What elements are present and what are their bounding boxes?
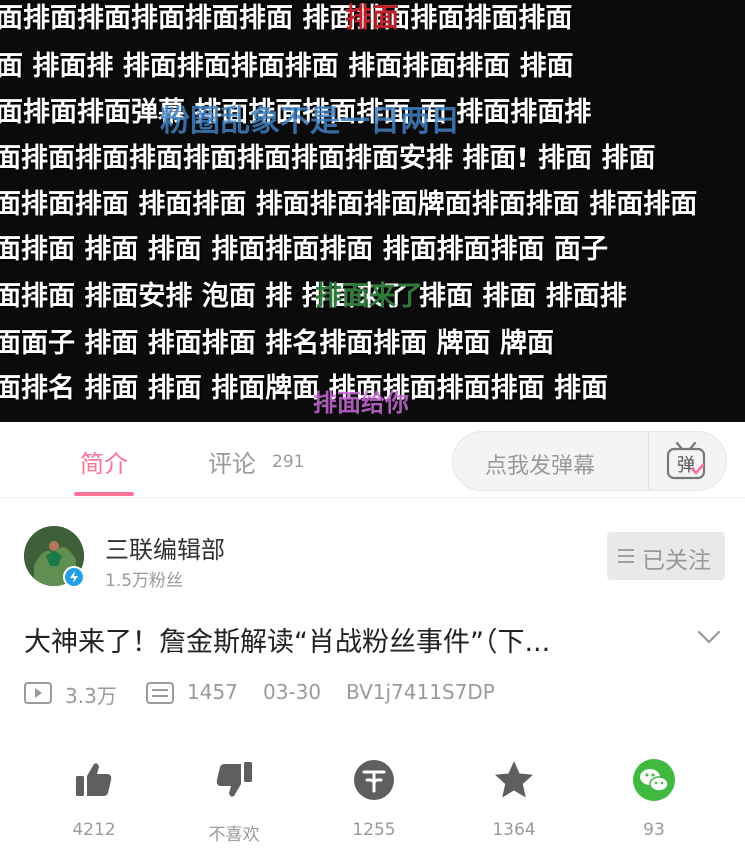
verified-badge-icon xyxy=(63,566,85,588)
danmaku-row: 面排面排面 排面排面 排面排面排面牌面排面排面 排面排面 xyxy=(0,189,698,220)
danmaku-toggle-icon[interactable]: 弹 xyxy=(665,441,707,481)
svg-text:弹: 弹 xyxy=(677,455,695,476)
danmaku-row: 面排面 排面 排面 排面排面排面 排面排面排面 面子 xyxy=(0,234,608,265)
bvid: BV1j7411S7DP xyxy=(346,680,495,704)
favorite-count: 1364 xyxy=(492,820,536,840)
send-danmaku-input[interactable]: 点我发弹幕 弹 xyxy=(452,431,727,491)
danmaku-row: 面排面 排面安排 泡面 排 排面来了 排面 排面 排面排 xyxy=(0,281,627,312)
danmaku-count-icon xyxy=(146,682,174,704)
thumbs-down-icon xyxy=(216,762,252,797)
menu-icon xyxy=(618,549,634,563)
danmaku-count: 1457 xyxy=(187,680,238,704)
danmaku-row: 面排面排面排面排面排面排面排面安排 排面! 排面 排面 xyxy=(0,143,656,174)
chevron-down-icon[interactable] xyxy=(696,628,722,646)
like-button[interactable]: 4212 xyxy=(34,758,154,840)
wechat-icon xyxy=(633,759,675,801)
dislike-button[interactable]: 不喜欢 xyxy=(174,758,294,845)
share-button[interactable]: 93 xyxy=(594,758,714,840)
coin-count: 1255 xyxy=(352,820,396,840)
thumbs-up-icon xyxy=(76,763,112,796)
play-count-icon xyxy=(24,682,52,704)
follow-button-label: 已关注 xyxy=(642,548,711,574)
comments-count: 291 xyxy=(272,452,305,472)
tab-active-indicator xyxy=(74,492,134,496)
star-icon xyxy=(495,761,533,798)
danmaku-overlay-blue: 粉圈乱象不是一日两日 xyxy=(160,104,460,139)
video-player[interactable]: 面排面排面排面排面排面 排面排面排面排面排面 面 排面排 排面排面排面排面 排面… xyxy=(0,0,745,422)
danmaku-overlay-red: 排面 xyxy=(345,3,399,34)
like-count: 4212 xyxy=(72,820,116,840)
danmaku-row: 面面子 排面 排面排面 排名排面排面 牌面 牌面 xyxy=(0,328,554,359)
share-count: 93 xyxy=(643,820,665,840)
uploader-fans: 1.5万粉丝 xyxy=(105,571,184,591)
coin-icon xyxy=(354,760,394,800)
video-title: 大神来了！詹金斯解读“肖战粉丝事件”（下... xyxy=(24,627,551,658)
publish-date: 03-30 xyxy=(263,680,322,704)
view-count: 3.3万 xyxy=(65,684,117,708)
tab-comments[interactable]: 评论 xyxy=(208,444,256,479)
coin-button[interactable]: 1255 xyxy=(314,758,434,840)
danmaku-overlay-green: 排面来了 xyxy=(315,281,423,312)
tab-intro[interactable]: 简介 xyxy=(80,444,128,479)
dislike-label: 不喜欢 xyxy=(208,825,260,845)
divider xyxy=(648,432,649,490)
follow-button[interactable]: 已关注 xyxy=(607,532,725,580)
app-root: 面排面排面排面排面排面 排面排面排面排面排面 面 排面排 排面排面排面排面 排面… xyxy=(0,0,745,855)
danmaku-row: 面排名 排面 排面 排面牌面 排面排面排面排面 排面 xyxy=(0,373,608,404)
danmaku-row: 面 排面排 排面排面排面排面 排面排面排面 排面 xyxy=(0,51,574,82)
uploader-name[interactable]: 三联编辑部 xyxy=(105,530,225,565)
favorite-button[interactable]: 1364 xyxy=(454,758,574,840)
danmaku-row: 面排面排面排面排面排面 排面排面排面排面排面 xyxy=(0,3,573,34)
danmaku-overlay-purple: 排面给你 xyxy=(313,389,409,417)
send-danmaku-placeholder: 点我发弹幕 xyxy=(485,454,596,479)
